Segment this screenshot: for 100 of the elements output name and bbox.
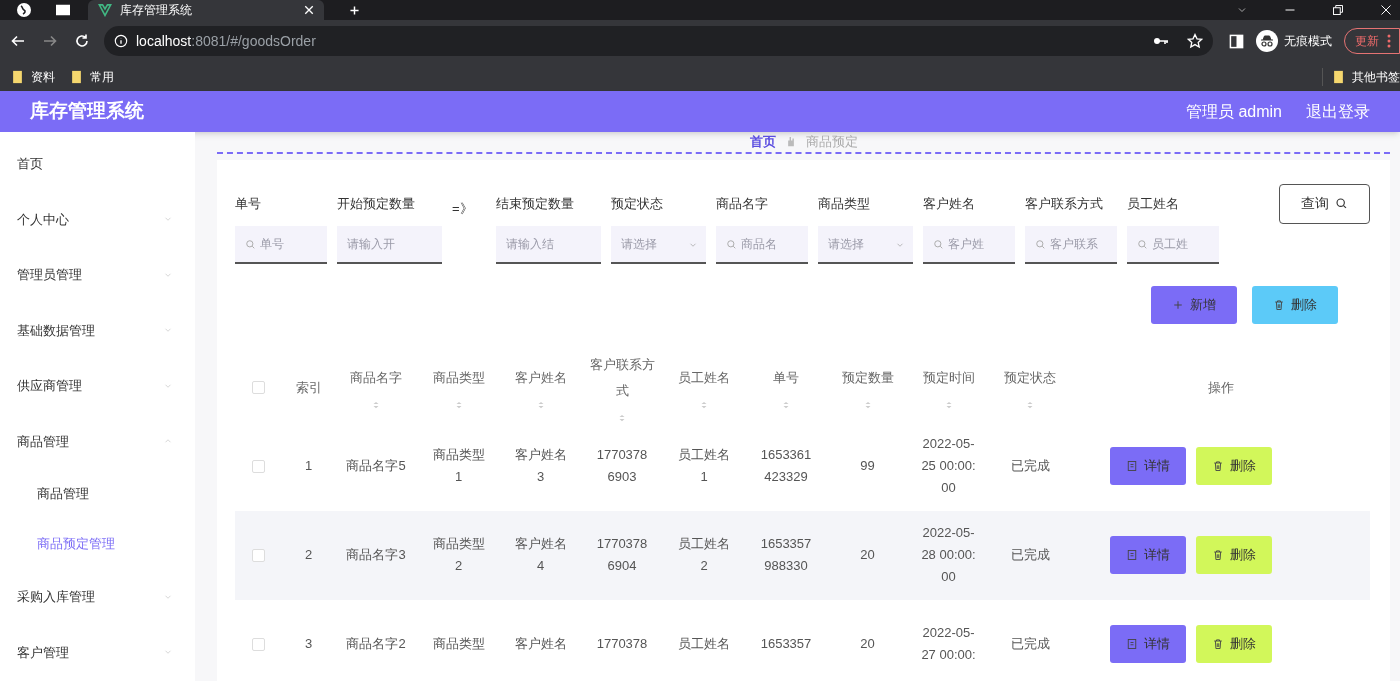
info-icon — [114, 34, 128, 48]
bookmark-folder[interactable]: 资料 — [12, 67, 55, 86]
table-cell-text: 2022-05- 28 00:00: 00 — [921, 524, 976, 586]
breadcrumb-link[interactable]: 首页 — [749, 132, 776, 152]
table-cell-text: 1653357 — [760, 635, 812, 653]
input-field[interactable]: 员工姓 — [1127, 225, 1219, 264]
bookmark-folder[interactable]: 常用 — [71, 67, 114, 86]
folder-icon — [1333, 69, 1344, 84]
range-separator: =》 — [452, 200, 473, 216]
table-cell-text: 客户姓名 — [514, 635, 567, 653]
app-title: 库存管理系统 — [30, 99, 144, 124]
input-field[interactable]: 请输入结 — [496, 225, 601, 264]
column-header[interactable]: 商品类型 — [432, 364, 485, 391]
key-icon[interactable] — [1153, 35, 1169, 47]
input-field[interactable]: 客户联系 — [1025, 225, 1117, 264]
input-field[interactable]: 请输入开 — [337, 225, 442, 264]
input-field[interactable]: 商品名 — [716, 225, 808, 264]
table-cell-text: 商品类型 1 — [432, 446, 485, 486]
table-cell-text: 已完成 — [1010, 546, 1050, 564]
row-checkbox[interactable] — [252, 548, 265, 562]
table-cell-text: 员工姓名 2 — [678, 535, 730, 575]
table-cell-text: 商品名字2 — [346, 635, 406, 653]
back-arrow-icon[interactable] — [10, 33, 26, 49]
sidebar-subitem[interactable]: 商品预定管理 — [0, 519, 195, 569]
search-icon — [726, 238, 737, 250]
sidebar-item[interactable]: 个人中心 — [0, 191, 195, 247]
search-icon — [1137, 238, 1148, 250]
side-panel-icon[interactable] — [1229, 33, 1244, 49]
table-cell-text: 客户姓名 3 — [514, 446, 567, 486]
incognito-icon[interactable] — [1256, 30, 1278, 52]
table-cell-text: 商品类型 — [432, 635, 485, 653]
column-header[interactable]: 客户联系方式 — [589, 351, 655, 404]
table-cell-text: 员工姓名 — [678, 635, 730, 653]
address-bar[interactable]: localhost:8081/#/goodsOrder — [104, 26, 1213, 56]
document-icon — [1125, 460, 1138, 472]
row-checkbox[interactable] — [252, 459, 265, 473]
delete-button[interactable]: 删除 — [1252, 285, 1338, 324]
table-cell-text: 1653361 423329 — [760, 446, 812, 486]
sidebar-item[interactable]: 客户管理 — [0, 624, 195, 680]
table-cell-text: 2 — [304, 546, 313, 564]
filter-label: 客户联系方式 — [1025, 194, 1104, 213]
restore-icon[interactable] — [1332, 4, 1344, 16]
column-header[interactable]: 员工姓名 — [678, 364, 730, 391]
more-icon — [1387, 34, 1391, 48]
select-all-checkbox[interactable] — [252, 381, 265, 394]
trash-icon — [1211, 460, 1224, 472]
column-header[interactable]: 预定时间 — [922, 364, 975, 391]
column-header[interactable]: 客户姓名 — [514, 364, 567, 391]
row-checkbox[interactable] — [252, 637, 265, 651]
select-field[interactable]: 请选择 — [611, 225, 706, 264]
delete-button[interactable]: 删除 — [1195, 625, 1272, 663]
table-cell-text: 1770378 6904 — [596, 535, 648, 575]
globe-icon[interactable] — [16, 2, 32, 18]
sidebar-item[interactable]: 供应商管理 — [0, 358, 195, 414]
search-icon — [245, 238, 256, 250]
close-icon[interactable] — [1380, 4, 1392, 16]
reload-icon[interactable] — [74, 33, 90, 49]
column-header: 操作 — [1207, 378, 1234, 397]
close-icon[interactable] — [304, 5, 314, 15]
query-button[interactable]: 查询 — [1279, 183, 1370, 224]
forward-arrow-icon[interactable] — [42, 33, 58, 49]
table-cell-text: 3 — [304, 635, 313, 653]
filter-label: 结束预定数量 — [496, 194, 575, 213]
bookmark-folder[interactable]: 其他书签 — [1322, 67, 1400, 86]
table-cell-text: 2022-05- 25 00:00: 00 — [921, 435, 976, 497]
column-header: 索引 — [295, 378, 322, 397]
folder-icon — [12, 69, 23, 84]
column-header[interactable]: 单号 — [773, 364, 799, 391]
table-cell-text: 商品名字3 — [346, 546, 406, 564]
sidebar-item[interactable]: 商品管理 — [0, 413, 195, 469]
table-cell-text: 商品类型 2 — [432, 535, 485, 575]
document-icon — [1125, 549, 1138, 561]
sidebar-item[interactable]: 管理员管理 — [0, 247, 195, 303]
sidebar-item[interactable]: 首页 — [0, 136, 195, 192]
delete-button[interactable]: 删除 — [1195, 447, 1272, 485]
column-header[interactable]: 预定状态 — [1004, 364, 1056, 391]
input-field[interactable]: 单号 — [235, 225, 327, 264]
plus-icon[interactable] — [348, 3, 361, 17]
column-header[interactable]: 商品名字 — [350, 364, 402, 391]
window-icon[interactable] — [54, 3, 72, 17]
sidebar-subitem[interactable]: 商品管理 — [0, 469, 195, 519]
sidebar-item[interactable]: 基础数据管理 — [0, 302, 195, 358]
filter-label: 开始预定数量 — [337, 194, 416, 213]
column-header[interactable]: 预定数量 — [841, 364, 894, 391]
table-cell-text: 20 — [860, 546, 875, 564]
folder-icon — [71, 69, 82, 84]
browser-tab[interactable]: 库存管理系统 — [88, 0, 324, 20]
trash-icon — [1211, 549, 1224, 561]
table-cell-text: 客户姓名 4 — [514, 535, 567, 575]
hand-icon — [785, 134, 796, 149]
select-field[interactable]: 请选择 — [818, 225, 913, 264]
search-icon — [933, 238, 944, 250]
star-icon[interactable] — [1187, 33, 1203, 49]
search-icon — [1035, 238, 1046, 250]
input-field[interactable]: 客户姓 — [923, 225, 1015, 264]
table-cell-text: 1 — [304, 457, 313, 475]
delete-button[interactable]: 删除 — [1195, 536, 1272, 574]
sidebar-item[interactable]: 采购入库管理 — [0, 569, 195, 625]
search-icon — [1335, 197, 1348, 210]
logout-link[interactable]: 退出登录 — [1306, 99, 1370, 124]
